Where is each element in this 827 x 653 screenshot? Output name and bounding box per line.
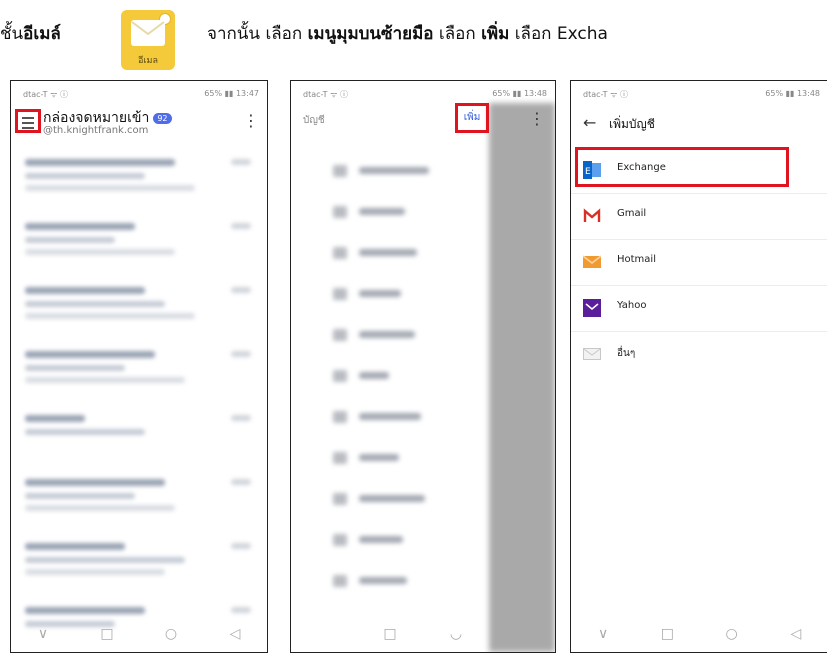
instruction-line: ชั้นอีเมล์ อีเมล จากนั้น เลือก เมนูมุมบน… [0,8,827,72]
hamburger-icon [22,117,34,119]
accounts-label: บัญชี [303,115,325,126]
status-bar: dtac-T ᯤ ⓘ 65% ▮▮ 13:48 [291,81,555,103]
blurred-message-row [19,343,259,407]
mail-icon [583,345,601,363]
android-nav-bar: □ ◡ ◁ [291,616,555,652]
blurred-folder-row [299,274,485,315]
blurred-folder-row [299,479,485,520]
add-account-title: เพิ่มบัญชี [609,117,655,131]
blurred-folder-row [299,151,485,192]
nav-down-icon[interactable]: ∨ [23,626,63,642]
status-carrier: dtac-T ᯤ ⓘ [303,90,348,99]
blurred-folder-row [299,438,485,479]
blurred-folder-row [299,356,485,397]
account-email: @th.knightfrank.com [43,125,149,136]
email-app-icon: อีเมล [121,10,175,70]
blurred-message-row [19,471,259,535]
instruction-part1: ชั้นอีเมล์ [0,20,61,47]
blurred-folder-row [299,561,485,602]
android-nav-bar: ∨ □ ○ ◁ [11,616,267,652]
nav-recent-icon[interactable]: □ [87,626,127,642]
option-other[interactable]: อื่นๆ [571,331,827,377]
instruction-bold-run: เพิ่ม [481,24,510,44]
yahoo-icon [583,299,601,317]
hotmail-icon [582,253,602,271]
instruction-run: เลือก Excha [509,24,608,44]
inbox-header: กล่องจดหมายเข้า 92 @th.knightfrank.com ⋮ [11,103,267,141]
blurred-folder-row [299,233,485,274]
status-bar: dtac-T ᯤ ⓘ 65% ▮▮ 13:48 [571,81,827,103]
more-options-icon[interactable]: ⋮ [243,111,259,130]
option-label: Yahoo [617,300,647,311]
blurred-folder-list [299,151,485,612]
instruction-part2: จากนั้น เลือก เมนูมุมบนซ้ายมือ เลือก เพิ… [207,20,608,47]
unread-count-badge: 92 [153,112,172,124]
blurred-message-row [19,151,259,215]
android-nav-bar: ∨ □ ○ ◁ [571,616,827,652]
blurred-folder-row [299,397,485,438]
instruction-run: จากนั้น เลือก [207,24,308,44]
option-label: อื่นๆ [617,348,636,359]
back-arrow-icon[interactable]: ← [583,113,596,132]
dimmed-overlay [489,103,555,652]
nav-back-icon[interactable]: ◁ [215,626,255,642]
blurred-folder-row [299,315,485,356]
blurred-message-row [19,535,259,599]
nav-home-icon[interactable]: ◡ [436,626,476,642]
blurred-folder-row [299,192,485,233]
instruction-run: เลือก [433,24,482,44]
nav-recent-icon[interactable]: □ [647,626,687,642]
more-options-icon[interactable]: ⋮ [529,109,545,128]
hamburger-menu-button[interactable] [15,109,41,133]
option-label: Hotmail [617,254,656,265]
phone-screen-inbox: dtac-T ᯤ ⓘ 65% ▮▮ 13:47 กล่องจดหมายเข้า 9… [10,80,268,653]
option-yahoo[interactable]: Yahoo [571,285,827,332]
instruction-bold-email: อีเมล์ [23,24,61,44]
blurred-folder-row [299,520,485,561]
hamburger-icon-bar [22,127,34,129]
option-label: Exchange [617,162,666,173]
option-hotmail[interactable]: Hotmail [571,239,827,286]
highlight-frame [575,147,789,187]
instruction-prefix: ชั้น [0,24,24,44]
app-icon-label: อีเมล [138,56,158,66]
blurred-message-row [19,215,259,279]
status-battery-time: 65% ▮▮ 13:48 [765,89,820,98]
status-bar: dtac-T ᯤ ⓘ 65% ▮▮ 13:47 [11,81,267,103]
blurred-message-list [19,151,259,627]
phone-screen-drawer: dtac-T ᯤ ⓘ 65% ▮▮ 13:48 บัญชี เพิ่ม ⋮ □ … [290,80,556,653]
option-label: Gmail [617,208,647,219]
nav-back-icon[interactable]: ◁ [776,626,816,642]
gmail-icon [583,207,601,225]
nav-recent-icon[interactable]: □ [370,626,410,642]
option-gmail[interactable]: Gmail [571,193,827,240]
status-carrier: dtac-T ᯤ ⓘ [23,90,68,99]
envelope-icon [131,20,165,46]
phone-screen-add-account: dtac-T ᯤ ⓘ 65% ▮▮ 13:48 ← เพิ่มบัญชี E E… [570,80,827,653]
drawer-header: บัญชี เพิ่ม ⋮ [291,103,555,143]
nav-home-icon[interactable]: ○ [712,626,752,642]
status-battery-time: 65% ▮▮ 13:47 [204,89,259,98]
blurred-message-row [19,407,259,471]
inbox-title-text: กล่องจดหมายเข้า [43,110,150,126]
svg-text:E: E [585,167,591,177]
hamburger-icon-bar [22,122,34,124]
status-battery-time: 65% ▮▮ 13:48 [492,89,547,98]
option-exchange[interactable]: E Exchange [571,147,827,194]
exchange-icon: E [583,161,601,179]
add-account-header: ← เพิ่มบัญชี [571,103,827,143]
nav-back-icon[interactable]: ◁ [502,626,542,642]
add-account-button[interactable]: เพิ่ม [455,103,489,133]
instruction-bold-run: เมนูมุมบนซ้ายมือ [307,24,434,44]
status-carrier: dtac-T ᯤ ⓘ [583,90,628,99]
blurred-message-row [19,279,259,343]
nav-down-icon[interactable]: ∨ [583,626,623,642]
nav-home-icon[interactable]: ○ [151,626,191,642]
